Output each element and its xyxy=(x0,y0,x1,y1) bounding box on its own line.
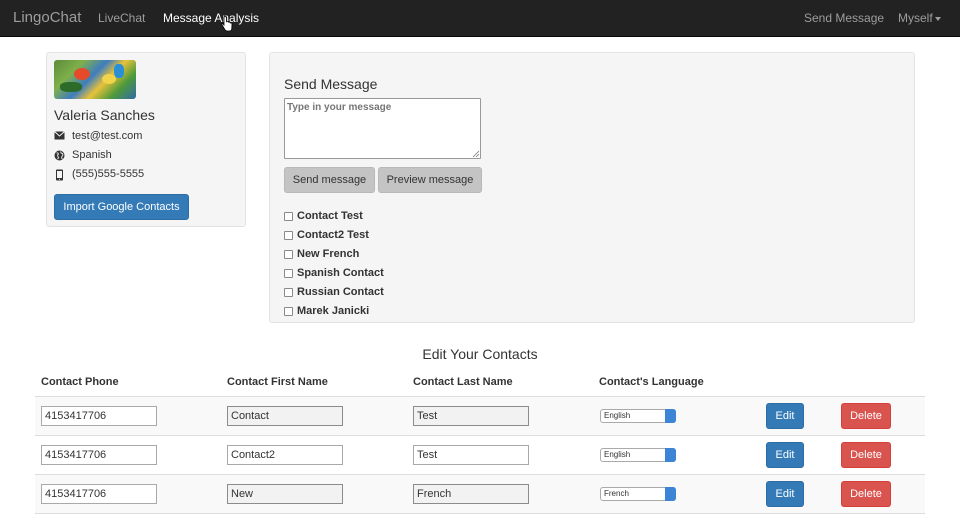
language-select[interactable]: English xyxy=(600,448,676,462)
recipient-label: Russian Contact xyxy=(297,286,384,298)
send-message-title: Send Message xyxy=(284,76,378,92)
column-header-last-name: Contact Last Name xyxy=(413,376,513,388)
recipient-checkbox[interactable] xyxy=(284,250,293,259)
language-select[interactable]: English xyxy=(600,409,676,423)
first-name-input[interactable]: Contact2 xyxy=(227,445,343,465)
resize-grip-icon[interactable] xyxy=(472,150,480,158)
hand-cursor-icon xyxy=(221,16,233,32)
recipient-label: Contact2 Test xyxy=(297,229,369,241)
nav-livechat[interactable]: LiveChat xyxy=(98,11,145,25)
phone-input[interactable]: 4153417706 xyxy=(41,484,157,504)
first-name-input[interactable]: New xyxy=(227,484,343,504)
profile-panel: Valeria Sanches test@test.com Spanish (5… xyxy=(46,52,246,227)
recipient-checkbox[interactable] xyxy=(284,307,293,316)
profile-name: Valeria Sanches xyxy=(54,107,155,123)
last-name-input[interactable]: Test xyxy=(413,445,529,465)
edit-contact-button[interactable]: Edit xyxy=(766,442,804,468)
last-name-input[interactable]: French xyxy=(413,484,529,504)
nav-send-message[interactable]: Send Message xyxy=(804,11,884,25)
profile-email-text: test@test.com xyxy=(72,130,143,142)
avatar xyxy=(54,60,136,99)
recipient-checkbox[interactable] xyxy=(284,288,293,297)
delete-contact-button[interactable]: Delete xyxy=(841,403,891,429)
globe-icon xyxy=(54,150,65,161)
language-select[interactable]: French xyxy=(600,487,676,501)
recipient-checkbox[interactable] xyxy=(284,212,293,221)
phone-input[interactable]: 4153417706 xyxy=(41,445,157,465)
recipient-label: Contact Test xyxy=(297,210,363,222)
column-header-language: Contact's Language xyxy=(599,376,704,388)
brand-logo[interactable]: LingoChat xyxy=(13,9,81,26)
edit-contact-button[interactable]: Edit xyxy=(766,403,804,429)
language-select-value: English xyxy=(604,450,631,459)
last-name-input[interactable]: Test xyxy=(413,406,529,426)
recipient-label: New French xyxy=(297,248,360,260)
profile-language-text: Spanish xyxy=(72,149,112,161)
language-select-value: French xyxy=(604,489,629,498)
navbar: LingoChat LiveChat Message Analysis Send… xyxy=(0,0,960,37)
column-header-phone: Contact Phone xyxy=(41,376,119,388)
send-message-panel: Send Message Send message Preview messag… xyxy=(269,52,915,323)
recipient-checkbox[interactable] xyxy=(284,231,293,240)
caret-down-icon xyxy=(934,16,941,21)
recipient-label: Marek Janicki xyxy=(297,305,370,317)
profile-phone-text: (555)555-5555 xyxy=(72,168,145,180)
table-row: 4153417706 Contact2 Test English Edit De… xyxy=(35,436,925,475)
phone-icon xyxy=(56,169,63,181)
delete-contact-button[interactable]: Delete xyxy=(841,442,891,468)
user-menu[interactable]: Myself xyxy=(898,11,941,25)
phone-input[interactable]: 4153417706 xyxy=(41,406,157,426)
language-select-value: English xyxy=(604,411,631,420)
preview-message-button[interactable]: Preview message xyxy=(378,167,482,193)
recipient-checkbox[interactable] xyxy=(284,269,293,278)
select-arrows-icon xyxy=(665,409,676,423)
first-name-input[interactable]: Contact xyxy=(227,406,343,426)
column-header-first-name: Contact First Name xyxy=(227,376,328,388)
edit-contacts-title: Edit Your Contacts xyxy=(422,346,538,362)
edit-contact-button[interactable]: Edit xyxy=(766,481,804,507)
select-arrows-icon xyxy=(665,448,676,462)
recipient-label: Spanish Contact xyxy=(297,267,384,279)
table-row: 4153417706 New French French Edit Delete xyxy=(35,475,925,514)
import-google-contacts-button[interactable]: Import Google Contacts xyxy=(54,194,189,220)
nav-message-analysis[interactable]: Message Analysis xyxy=(163,11,259,25)
delete-contact-button[interactable]: Delete xyxy=(841,481,891,507)
user-menu-label: Myself xyxy=(898,11,933,25)
table-row: 4153417706 Contact Test English Edit Del… xyxy=(35,397,925,436)
select-arrows-icon xyxy=(665,487,676,501)
send-message-button[interactable]: Send message xyxy=(284,167,375,193)
message-input[interactable] xyxy=(284,98,481,159)
envelope-icon xyxy=(54,131,65,140)
